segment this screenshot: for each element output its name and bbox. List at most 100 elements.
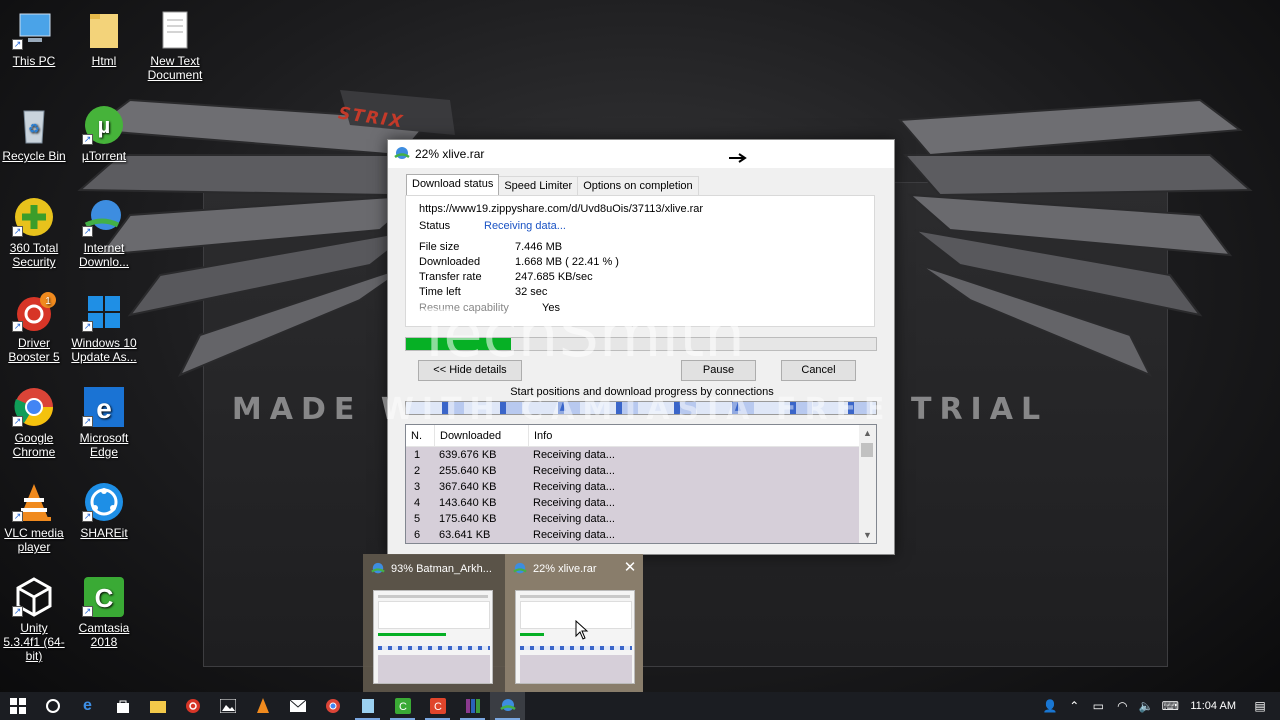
chrome-icon: ↗ <box>12 387 56 427</box>
photos-icon <box>219 699 236 713</box>
connection-row[interactable]: 5 175.640 KB Receiving data... <box>406 511 859 527</box>
taskbar-store[interactable] <box>105 692 140 720</box>
downloaded-label: Downloaded <box>419 256 481 268</box>
taskbar-winrar[interactable] <box>455 692 490 720</box>
close-icon[interactable]: ✕ <box>621 559 639 577</box>
idm-app-icon <box>371 562 385 574</box>
desktop-icon-this-pc[interactable]: ↗ This PC <box>1 10 67 68</box>
hide-details-button[interactable]: << Hide details <box>418 360 522 381</box>
taskbar-notepad[interactable] <box>350 692 385 720</box>
connection-number: 1 <box>414 449 421 461</box>
desktop-icon-camtasia[interactable]: C ↗ Camtasia 2018 <box>71 577 137 649</box>
taskbar-camtasia-recorder[interactable]: C <box>420 692 455 720</box>
people-icon[interactable]: 👤 <box>1038 699 1062 713</box>
volume-icon[interactable]: 🔈 <box>1134 699 1158 713</box>
tab-speed-limiter[interactable]: Speed Limiter <box>498 176 579 197</box>
window-titlebar[interactable]: 22% xlive.rar <box>388 140 894 168</box>
connection-row[interactable]: 4 143.640 KB Receiving data... <box>406 495 859 511</box>
shareit-icon: ↗ <box>82 482 126 522</box>
connection-row[interactable]: 1 639.676 KB Receiving data... <box>406 447 859 463</box>
recycle-bin-icon: ♻ <box>12 105 56 145</box>
desktop-icon-shareit[interactable]: ↗ SHAREit <box>71 482 137 540</box>
tab-bar: Download status Speed Limiter Options on… <box>406 174 699 197</box>
wifi-icon[interactable]: ◠ <box>1110 699 1134 713</box>
arrow-cursor-icon <box>729 153 747 163</box>
window-title: 22% xlive.rar <box>415 147 485 161</box>
cortana-search-button[interactable] <box>35 692 70 720</box>
store-bag-icon <box>116 700 129 713</box>
desktop-icon-driver-booster[interactable]: 1 ↗ Driver Booster 5 <box>1 292 67 364</box>
desktop-icon-utorrent[interactable]: µ ↗ µTorrent <box>71 105 137 163</box>
desktop-icon-new-text-document[interactable]: New Text Document <box>142 10 208 82</box>
desktop-icon-vlc[interactable]: ↗ VLC media player <box>1 482 67 554</box>
connection-number: 4 <box>414 497 421 509</box>
desktop-icon-microsoft-edge[interactable]: e ↗ Microsoft Edge <box>71 387 137 459</box>
resume-capability-row: Resume capability Yes <box>419 302 560 314</box>
desktop-icon-360-total-security[interactable]: ↗ 360 Total Security <box>1 197 67 269</box>
vlc-cone-icon <box>256 698 269 713</box>
battery-icon[interactable]: ▭ <box>1086 699 1110 713</box>
column-header-downloaded[interactable]: Downloaded <box>435 425 529 446</box>
download-progress-window[interactable]: 22% xlive.rar Download status Speed Limi… <box>387 139 895 555</box>
connection-row[interactable]: 2 255.640 KB Receiving data... <box>406 463 859 479</box>
mouse-pointer-icon <box>575 620 589 640</box>
taskbar-camtasia[interactable]: C <box>385 692 420 720</box>
scroll-thumb[interactable] <box>861 443 873 457</box>
globe-download-icon: ↗ <box>82 197 126 237</box>
start-button[interactable] <box>0 692 35 720</box>
chrome-icon <box>325 699 340 713</box>
taskbar-file-explorer[interactable] <box>140 692 175 720</box>
idm-app-icon <box>394 147 410 159</box>
connection-info: Receiving data... <box>533 529 615 541</box>
svg-text:C: C <box>434 701 442 713</box>
desktop-icon-internet-download-manager[interactable]: ↗ Internet Downlo... <box>71 197 137 269</box>
preview-thumbnail <box>373 590 493 684</box>
idm-app-icon <box>499 699 516 711</box>
connection-downloaded: 255.640 KB <box>439 465 497 477</box>
tab-download-status[interactable]: Download status <box>406 174 500 195</box>
taskbar-clock[interactable]: 11:04 AM <box>1190 700 1236 712</box>
svg-text:C: C <box>399 701 407 713</box>
pause-button[interactable]: Pause <box>681 360 756 381</box>
transfer-rate-label: Transfer rate <box>419 271 482 283</box>
scroll-up-icon[interactable]: ▲ <box>859 425 876 441</box>
cancel-button[interactable]: Cancel <box>781 360 856 381</box>
connection-row[interactable]: 6 63.641 KB Receiving data... <box>406 527 859 543</box>
edge-icon: e <box>83 697 92 714</box>
preview-item-batman[interactable]: 93% Batman_Arkh... <box>363 554 501 692</box>
taskbar-mail[interactable] <box>280 692 315 720</box>
taskbar-chrome[interactable] <box>315 692 350 720</box>
desktop-icon-html-folder[interactable]: Html <box>71 10 137 68</box>
column-header-info[interactable]: Info <box>529 425 859 446</box>
taskbar-photos[interactable] <box>210 692 245 720</box>
connection-row[interactable]: 3 367.640 KB Receiving data... <box>406 479 859 495</box>
connection-downloaded: 63.641 KB <box>439 529 491 541</box>
camtasia-icon: C <box>394 698 411 714</box>
idm-app-icon <box>513 562 527 574</box>
preview-item-xlive[interactable]: 22% xlive.rar ✕ <box>505 554 643 692</box>
desktop-icon-recycle-bin[interactable]: ♻ Recycle Bin <box>1 105 67 163</box>
utorrent-icon: µ ↗ <box>82 105 126 145</box>
taskbar-vlc[interactable] <box>245 692 280 720</box>
desktop-icon-unity[interactable]: ↗ Unity 5.3.4f1 (64-bit) <box>1 577 67 663</box>
connection-info: Receiving data... <box>533 465 615 477</box>
taskbar-idm[interactable] <box>490 692 525 720</box>
taskbar-driver-booster[interactable] <box>175 692 210 720</box>
tab-options-on-completion[interactable]: Options on completion <box>577 176 699 197</box>
taskbar-edge[interactable]: e <box>70 692 105 720</box>
keyboard-icon[interactable]: ⌨ <box>1158 699 1182 713</box>
connection-downloaded: 367.640 KB <box>439 481 497 493</box>
chevron-up-icon[interactable]: ⌃ <box>1062 699 1086 713</box>
preview-title: 22% xlive.rar <box>533 563 597 575</box>
connections-progress-bar <box>405 401 877 415</box>
desktop-icon-windows10-update[interactable]: ↗ Windows 10 Update As... <box>71 292 137 364</box>
connections-scrollbar[interactable]: ▲ ▼ <box>859 425 876 543</box>
time-left-row: Time left 32 sec <box>419 286 547 298</box>
connection-number: 3 <box>414 481 421 493</box>
action-center-icon[interactable]: ▤ <box>1248 699 1272 713</box>
connections-list[interactable]: N. Downloaded Info 1 639.676 KB Receiving … <box>405 424 877 544</box>
connection-info: Receiving data... <box>533 449 615 461</box>
column-header-number[interactable]: N. <box>406 425 435 446</box>
desktop-icon-google-chrome[interactable]: ↗ Google Chrome <box>1 387 67 459</box>
scroll-down-icon[interactable]: ▼ <box>859 527 876 543</box>
